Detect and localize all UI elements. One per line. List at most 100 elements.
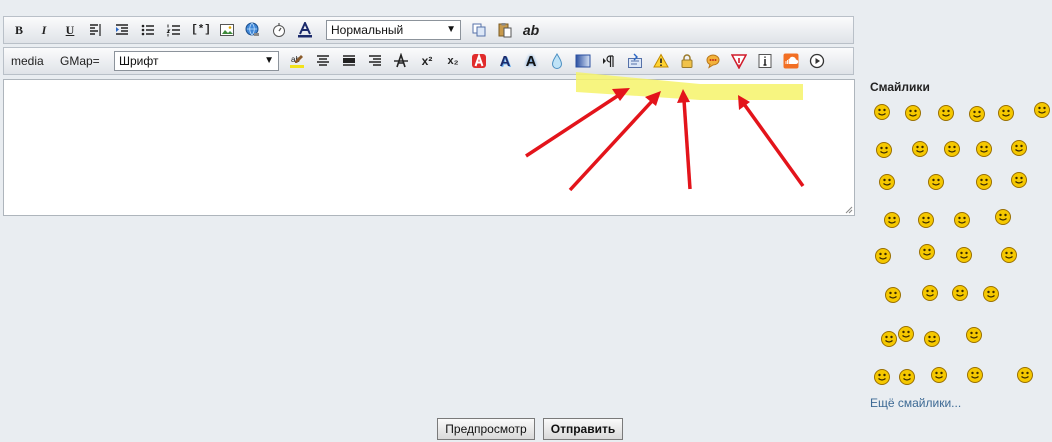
smiley-icon[interactable] — [975, 173, 993, 191]
subscript-button[interactable]: x₂ — [444, 52, 462, 70]
align-left-button[interactable] — [87, 21, 105, 39]
chevron-down-icon: ▼ — [264, 55, 274, 66]
smiley-icon[interactable] — [874, 247, 892, 265]
smiley-icon[interactable] — [918, 243, 936, 261]
numbered-list-button[interactable] — [165, 21, 183, 39]
smiley-icon[interactable] — [884, 286, 902, 304]
smiley-icon[interactable] — [953, 211, 971, 229]
stopwatch-icon — [273, 23, 285, 37]
extra-toolbar: media GMap= Шрифт ▼ ab x² x₂ A A — [3, 47, 854, 75]
smiley-icon[interactable] — [911, 140, 929, 158]
message-textarea[interactable] — [3, 79, 855, 216]
smiley-icon[interactable] — [921, 284, 939, 302]
font-select-value: Шрифт — [119, 54, 159, 68]
preview-button[interactable]: Предпросмотр — [437, 418, 535, 440]
video-button[interactable] — [808, 52, 826, 70]
remove-link-button[interactable] — [270, 21, 288, 39]
font-color-icon — [298, 22, 312, 38]
format-select[interactable]: Нормальный ▼ — [326, 20, 461, 40]
smiley-icon[interactable] — [982, 285, 1000, 303]
smiley-icon[interactable] — [1000, 246, 1018, 264]
lock-button[interactable] — [678, 52, 696, 70]
smiley-icon[interactable] — [1010, 139, 1028, 157]
smiley-icon[interactable] — [873, 103, 891, 121]
copy-icon — [472, 23, 486, 37]
smiley-icon[interactable] — [966, 366, 984, 384]
more-smilies-link[interactable]: Ещё смайлики... — [870, 396, 961, 410]
quote-icon — [628, 53, 642, 68]
align-center-icon — [317, 55, 329, 66]
smiley-icon[interactable] — [994, 208, 1012, 226]
comment-button[interactable] — [704, 52, 722, 70]
smiley-icon[interactable] — [898, 368, 916, 386]
smiley-icon[interactable] — [883, 211, 901, 229]
indent-icon — [116, 24, 128, 35]
italic-button[interactable]: I — [35, 21, 53, 39]
info-icon — [758, 54, 772, 68]
smiley-icon[interactable] — [897, 325, 915, 343]
smiley-icon[interactable] — [878, 173, 896, 191]
glow-text-button[interactable]: A — [522, 52, 540, 70]
smiley-icon[interactable] — [1033, 101, 1051, 119]
strikethrough-button[interactable] — [392, 52, 410, 70]
warning-button[interactable] — [652, 52, 670, 70]
smiley-icon[interactable] — [875, 141, 893, 159]
smiley-icon[interactable] — [968, 105, 986, 123]
smiley-icon[interactable] — [975, 140, 993, 158]
align-center-button[interactable] — [314, 52, 332, 70]
font-select[interactable]: Шрифт ▼ — [114, 51, 279, 71]
info-button[interactable] — [756, 52, 774, 70]
water-drop-icon — [551, 53, 563, 69]
paste-text-button[interactable]: ab — [520, 21, 542, 39]
lock-icon — [681, 54, 693, 68]
alert-button[interactable] — [730, 52, 748, 70]
gmap-button[interactable]: GMap= — [60, 54, 100, 68]
align-right-icon — [369, 55, 381, 66]
copy-button[interactable] — [470, 21, 488, 39]
resize-grip-icon[interactable] — [844, 205, 853, 214]
paragraph-button[interactable] — [600, 52, 618, 70]
underline-button[interactable]: U — [61, 21, 79, 39]
smiley-icon[interactable] — [923, 330, 941, 348]
paste-icon — [498, 23, 512, 38]
bullet-list-icon — [141, 24, 154, 36]
code-button[interactable]: [*] — [190, 21, 212, 39]
indent-button[interactable] — [113, 21, 131, 39]
bullet-list-button[interactable] — [139, 21, 157, 39]
superscript-button[interactable]: x² — [418, 52, 436, 70]
smiley-icon[interactable] — [1016, 366, 1034, 384]
strikethrough-icon — [394, 53, 408, 68]
paste-button[interactable] — [496, 21, 514, 39]
highlight-button[interactable]: ab — [288, 52, 306, 70]
smiley-icon[interactable] — [943, 140, 961, 158]
alert-triangle-icon — [731, 54, 747, 69]
smiley-icon[interactable] — [917, 211, 935, 229]
gradient-button[interactable] — [574, 52, 592, 70]
smiley-icon[interactable] — [873, 368, 891, 386]
smiley-icon[interactable] — [951, 284, 969, 302]
opacity-button[interactable] — [548, 52, 566, 70]
globe-link-icon — [245, 22, 259, 36]
shadow-text-button[interactable]: A — [496, 52, 514, 70]
smiley-icon[interactable] — [1010, 171, 1028, 189]
smiley-icon[interactable] — [965, 326, 983, 344]
insert-link-button[interactable] — [244, 21, 262, 39]
font-color-button[interactable] — [296, 21, 314, 39]
insert-image-button[interactable] — [218, 21, 236, 39]
smiley-icon[interactable] — [997, 104, 1015, 122]
align-right-button[interactable] — [366, 52, 384, 70]
soundcloud-button[interactable] — [782, 52, 800, 70]
justify-button[interactable] — [340, 52, 358, 70]
bold-button[interactable]: B — [10, 21, 28, 39]
smiley-icon[interactable] — [937, 104, 955, 122]
media-button[interactable]: media — [11, 54, 44, 68]
smiley-icon[interactable] — [927, 173, 945, 191]
quote-button[interactable] — [626, 52, 644, 70]
red-text-button[interactable] — [470, 52, 488, 70]
smiley-icon[interactable] — [955, 246, 973, 264]
smiley-icon[interactable] — [880, 330, 898, 348]
smiley-icon[interactable] — [904, 104, 922, 122]
submit-button[interactable]: Отправить — [543, 418, 623, 440]
smiley-icon[interactable] — [930, 366, 948, 384]
image-icon — [220, 24, 234, 36]
